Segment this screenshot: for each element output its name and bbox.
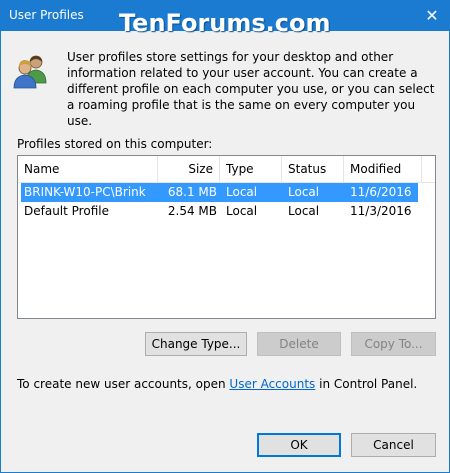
cancel-button[interactable]: Cancel [351,433,436,457]
window-title: User Profiles [9,8,84,22]
cell-modified: 11/3/2016 [350,204,412,218]
footer-prefix: To create new user accounts, open [17,377,230,391]
close-button[interactable]: ✕ [417,1,447,31]
copy-to-button[interactable]: Copy To... [351,332,436,356]
table-row[interactable]: Default Profile 2.54 MB Local Local 11/3… [21,202,418,221]
change-type-button[interactable]: Change Type... [145,332,247,356]
user-accounts-link[interactable]: User Accounts [229,377,315,391]
cell-name: BRINK-W10-PC\Brink [24,185,146,199]
column-header-status[interactable]: Status [282,156,344,182]
cell-status: Local [288,185,320,199]
cell-modified: 11/6/2016 [350,185,412,199]
list-header: Name Size Type Status Modified [18,156,435,183]
column-header-name[interactable]: Name [18,156,158,182]
title-bar[interactable]: User Profiles TenForums.com ✕ [1,1,449,35]
cell-name: Default Profile [24,204,109,218]
cell-size: 2.54 MB [167,204,217,218]
column-header-modified[interactable]: Modified [344,156,422,182]
cell-type: Local [226,185,258,199]
table-row[interactable]: BRINK-W10-PC\Brink 68.1 MB Local Local 1… [21,183,418,202]
cell-status: Local [288,204,320,218]
close-icon: ✕ [425,6,439,25]
footer-text: To create new user accounts, open User A… [17,377,417,391]
users-icon [13,55,47,89]
profiles-list[interactable]: Name Size Type Status Modified BRINK-W10… [17,155,436,319]
cell-size: 68.1 MB [167,185,217,199]
intro-text: User profiles store settings for your de… [67,50,435,128]
watermark-logo: TenForums.com [119,9,331,37]
user-profiles-dialog: User Profiles TenForums.com ✕ User profi… [0,0,450,473]
delete-button[interactable]: Delete [257,332,341,356]
column-header-type[interactable]: Type [220,156,282,182]
column-header-size[interactable]: Size [158,156,220,182]
footer-suffix: in Control Panel. [315,377,418,391]
profiles-label: Profiles stored on this computer: [17,137,213,151]
ok-button[interactable]: OK [257,433,341,457]
cell-type: Local [226,204,258,218]
